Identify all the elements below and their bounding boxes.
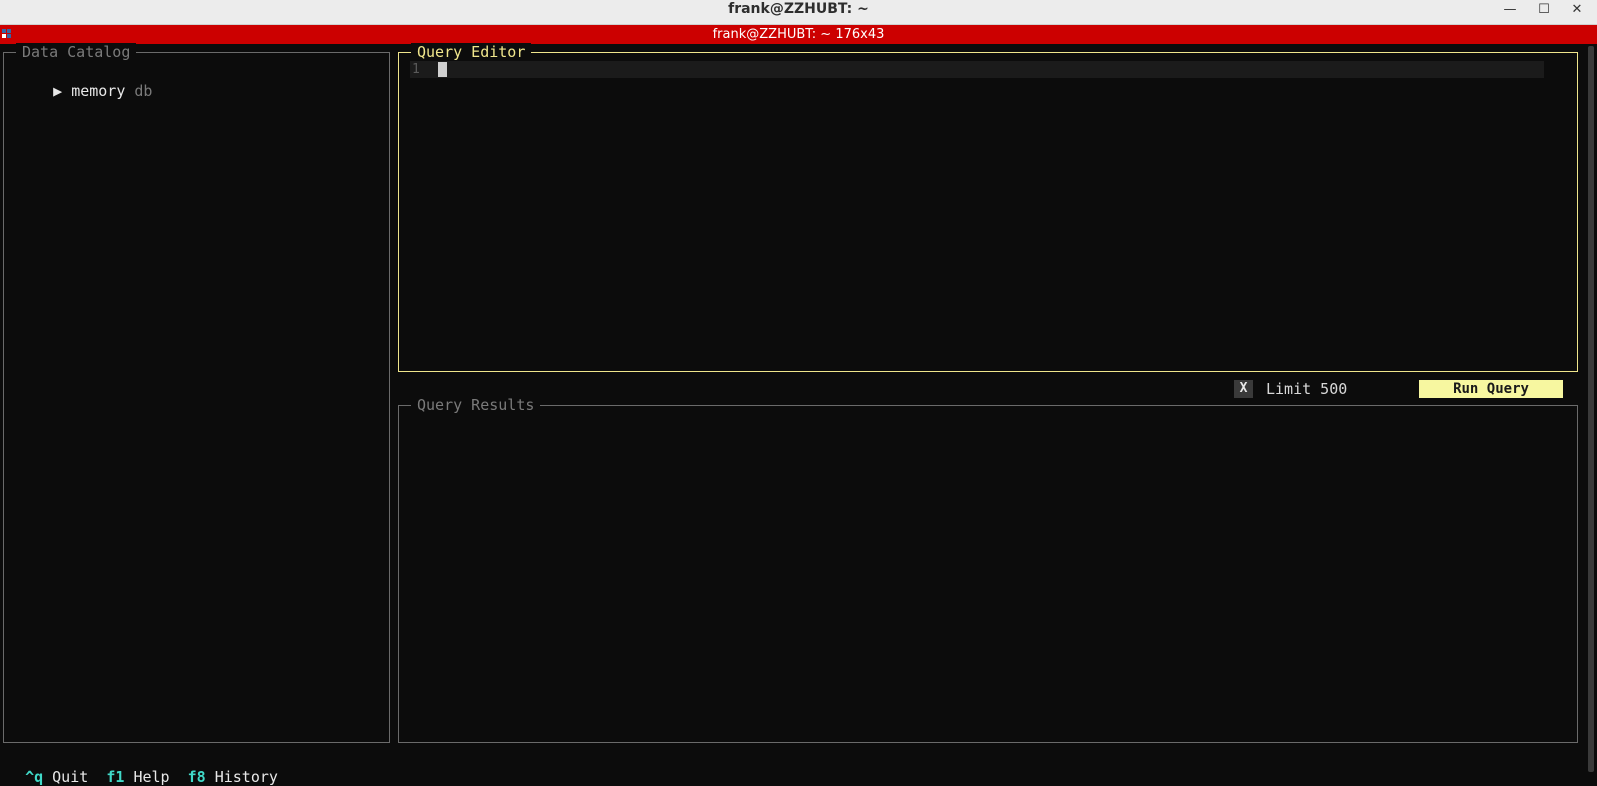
shortcut-quit[interactable]: ^q Quit <box>25 768 88 786</box>
line-number: 1 <box>412 62 420 77</box>
shortcut-label: Quit <box>52 768 89 786</box>
data-catalog-panel[interactable]: Data Catalog ▶ memory db <box>3 43 390 743</box>
query-results-title: Query Results <box>411 396 541 414</box>
window-title: frank@ZZHUBT: ~ <box>728 1 869 17</box>
shortcut-key: f1 <box>106 768 125 786</box>
close-icon[interactable]: ✕ <box>1565 0 1589 18</box>
shortcut-label: History <box>214 768 278 786</box>
data-catalog-title: Data Catalog <box>16 43 137 61</box>
query-results-panel[interactable]: Query Results <box>398 396 1578 743</box>
shortcut-key: ^q <box>25 768 44 786</box>
query-editor-panel[interactable]: Query Editor 1 <box>398 43 1578 372</box>
footer-shortcuts: ^q Quit f1 Help f8 History <box>7 750 278 786</box>
window-titlebar: frank@ZZHUBT: ~ — ☐ ✕ <box>0 0 1597 25</box>
query-editor-title: Query Editor <box>411 43 532 61</box>
shortcut-label: Help <box>133 768 170 786</box>
maximize-icon[interactable]: ☐ <box>1532 0 1556 18</box>
terminal-scrollbar[interactable] <box>1585 44 1597 775</box>
text-cursor <box>438 62 447 77</box>
limit-toggle-checkbox[interactable]: X <box>1234 380 1253 398</box>
expand-arrow-icon[interactable]: ▶ <box>53 82 62 100</box>
terminal-header: frank@ZZHUBT: ~ 176x43 <box>0 25 1597 44</box>
shortcut-history[interactable]: f8 History <box>188 768 278 786</box>
terminal-header-title: frank@ZZHUBT: ~ 176x43 <box>712 27 885 42</box>
shortcut-help[interactable]: f1 Help <box>106 768 169 786</box>
run-query-button[interactable]: Run Query <box>1419 380 1563 398</box>
catalog-item-type: db <box>134 82 153 100</box>
minimize-icon[interactable]: — <box>1498 0 1522 18</box>
catalog-item-memory[interactable]: ▶ memory db <box>17 64 152 118</box>
editor-line[interactable]: 1 <box>410 61 1544 78</box>
scrollbar-thumb[interactable] <box>1588 46 1594 772</box>
limit-label[interactable]: Limit 500 <box>1266 380 1347 398</box>
shortcut-key: f8 <box>187 768 206 786</box>
catalog-item-name: memory <box>71 82 126 100</box>
